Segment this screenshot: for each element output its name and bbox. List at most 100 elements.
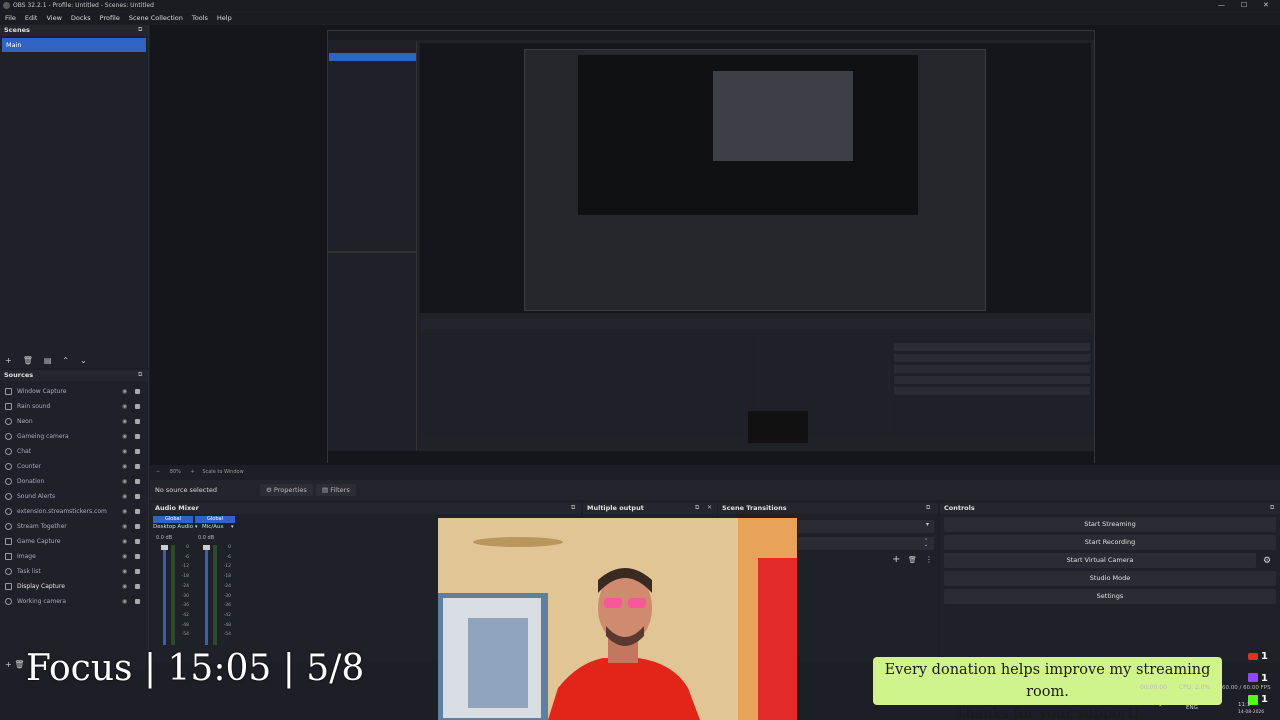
remove-transition-icon[interactable]: 🗑	[908, 556, 917, 564]
mic-volume-slider[interactable]	[205, 545, 208, 645]
start-streaming-button[interactable]: Start Streaming	[944, 517, 1276, 532]
source-item[interactable]: Counter ◉	[0, 459, 148, 474]
lock-icon[interactable]	[135, 494, 140, 499]
lock-icon[interactable]	[135, 569, 140, 574]
source-item[interactable]: Rain sound ◉	[0, 399, 148, 414]
add-scene-icon[interactable]: +	[5, 356, 12, 365]
transition-select[interactable]	[798, 520, 934, 533]
lock-icon[interactable]	[135, 464, 140, 469]
zoom-out-icon[interactable]: −	[156, 469, 160, 475]
chevron-down-icon[interactable]: ▾	[231, 524, 234, 530]
move-down-icon[interactable]: ⌄	[80, 356, 87, 365]
chevron-down-icon[interactable]: ▾	[195, 524, 200, 530]
lock-icon[interactable]	[135, 404, 140, 409]
dock-float-icon[interactable]: ⧉	[138, 371, 142, 379]
zoom-in-icon[interactable]: +	[191, 469, 195, 475]
chevron-down-icon[interactable]: ▾	[926, 521, 929, 528]
source-item[interactable]: Task list ◉	[0, 564, 148, 579]
language-indicator[interactable]: ENG	[1186, 705, 1198, 711]
visibility-icon[interactable]: ◉	[122, 414, 127, 429]
sources-add-icon[interactable]: + 🗑	[0, 660, 28, 680]
source-item[interactable]: Game Capture ◉	[0, 534, 148, 549]
visibility-icon[interactable]: ◉	[122, 399, 127, 414]
studio-mode-button[interactable]: Studio Mode	[944, 571, 1276, 586]
add-transition-icon[interactable]: +	[892, 554, 900, 565]
visibility-icon[interactable]: ◉	[122, 549, 127, 564]
visibility-icon[interactable]: ◉	[122, 519, 127, 534]
dock-float-icon[interactable]: ⧉	[926, 504, 930, 512]
menu-profile[interactable]: Profile	[100, 12, 120, 24]
source-item[interactable]: Sound Alerts ◉	[0, 489, 148, 504]
webcam-overlay	[438, 518, 797, 720]
menu-tools[interactable]: Tools	[192, 12, 208, 24]
visibility-icon[interactable]: ◉	[122, 444, 127, 459]
scene-item-main[interactable]: Main	[2, 38, 146, 52]
visibility-icon[interactable]: ◉	[122, 489, 127, 504]
visibility-icon[interactable]: ◉	[122, 384, 127, 399]
source-item[interactable]: Chat ◉	[0, 444, 148, 459]
scale-mode-select[interactable]: Scale to Window	[202, 469, 243, 475]
desktop-volume-slider[interactable]	[163, 545, 166, 645]
source-item[interactable]: extension.streamstickers.com ◉	[0, 504, 148, 519]
source-item[interactable]: Window Capture ◉	[0, 384, 148, 399]
lock-icon[interactable]	[135, 509, 140, 514]
lock-icon[interactable]	[135, 554, 140, 559]
menu-help[interactable]: Help	[217, 12, 232, 24]
globe-icon	[5, 508, 12, 515]
visibility-icon[interactable]: ◉	[122, 534, 127, 549]
menu-file[interactable]: File	[5, 12, 16, 24]
more-options-icon[interactable]: ⋮	[925, 555, 933, 564]
start-recording-button[interactable]: Start Recording	[944, 535, 1276, 550]
visibility-icon[interactable]: ◉	[122, 459, 127, 474]
dock-float-icon[interactable]: ⧉	[571, 504, 575, 512]
visibility-icon[interactable]: ◉	[122, 504, 127, 519]
dock-float-icon[interactable]: ⧉	[138, 26, 142, 34]
lock-icon[interactable]	[135, 419, 140, 424]
maximize-button[interactable]: ☐	[1241, 0, 1247, 11]
visibility-icon[interactable]: ◉	[122, 594, 127, 609]
lock-icon[interactable]	[135, 584, 140, 589]
clock-date[interactable]: 14-08-2026	[1238, 710, 1264, 715]
mic-slider-handle[interactable]	[203, 545, 210, 550]
close-button[interactable]: ✕	[1263, 0, 1269, 11]
lock-icon[interactable]	[135, 599, 140, 604]
tray-chevron-icon[interactable]: ⌃	[1158, 705, 1163, 711]
lock-icon[interactable]	[135, 479, 140, 484]
source-item[interactable]: Image ◉	[0, 549, 148, 564]
menu-edit[interactable]: Edit	[25, 12, 38, 24]
duration-field[interactable]	[798, 537, 934, 550]
visibility-icon[interactable]: ◉	[122, 474, 127, 489]
lock-icon[interactable]	[135, 524, 140, 529]
menu-view[interactable]: View	[46, 12, 61, 24]
start-virtual-camera-button[interactable]: Start Virtual Camera	[944, 553, 1256, 568]
source-item[interactable]: Display Capture ◉	[0, 579, 148, 594]
clock-time[interactable]: 11:1	[1238, 702, 1250, 708]
settings-button[interactable]: Settings	[944, 589, 1276, 604]
properties-button[interactable]: ⚙ Properties	[260, 484, 313, 496]
visibility-icon[interactable]: ◉	[122, 579, 127, 594]
remove-scene-icon[interactable]: 🗑	[23, 356, 33, 365]
source-item[interactable]: Neon ◉	[0, 414, 148, 429]
dock-float-icon[interactable]: ⧉	[695, 504, 699, 512]
duration-stepper-icon[interactable]: ⌃ ⌄	[924, 539, 928, 548]
source-item[interactable]: Stream Together ◉	[0, 519, 148, 534]
desktop-slider-handle[interactable]	[161, 545, 168, 550]
visibility-icon[interactable]: ◉	[122, 429, 127, 444]
move-up-icon[interactable]: ⌃	[62, 356, 69, 365]
lock-icon[interactable]	[135, 434, 140, 439]
scene-filter-icon[interactable]: ▤	[44, 356, 52, 365]
lock-icon[interactable]	[135, 539, 140, 544]
lock-icon[interactable]	[135, 449, 140, 454]
visibility-icon[interactable]: ◉	[122, 564, 127, 579]
minimize-button[interactable]: —	[1218, 0, 1225, 11]
menu-scene-collection[interactable]: Scene Collection	[129, 12, 183, 24]
source-item[interactable]: Gameing camera ◉	[0, 429, 148, 444]
lock-icon[interactable]	[135, 389, 140, 394]
dock-close-icon[interactable]: ✕	[707, 504, 712, 511]
filters-button[interactable]: ▤ Filters	[316, 484, 356, 496]
dock-float-icon[interactable]: ⧉	[1270, 504, 1274, 512]
source-item[interactable]: Donation ◉	[0, 474, 148, 489]
menu-docks[interactable]: Docks	[71, 12, 91, 24]
virtual-camera-settings-icon[interactable]: ⚙	[1263, 556, 1271, 566]
source-item[interactable]: Working camera ◉	[0, 594, 148, 609]
